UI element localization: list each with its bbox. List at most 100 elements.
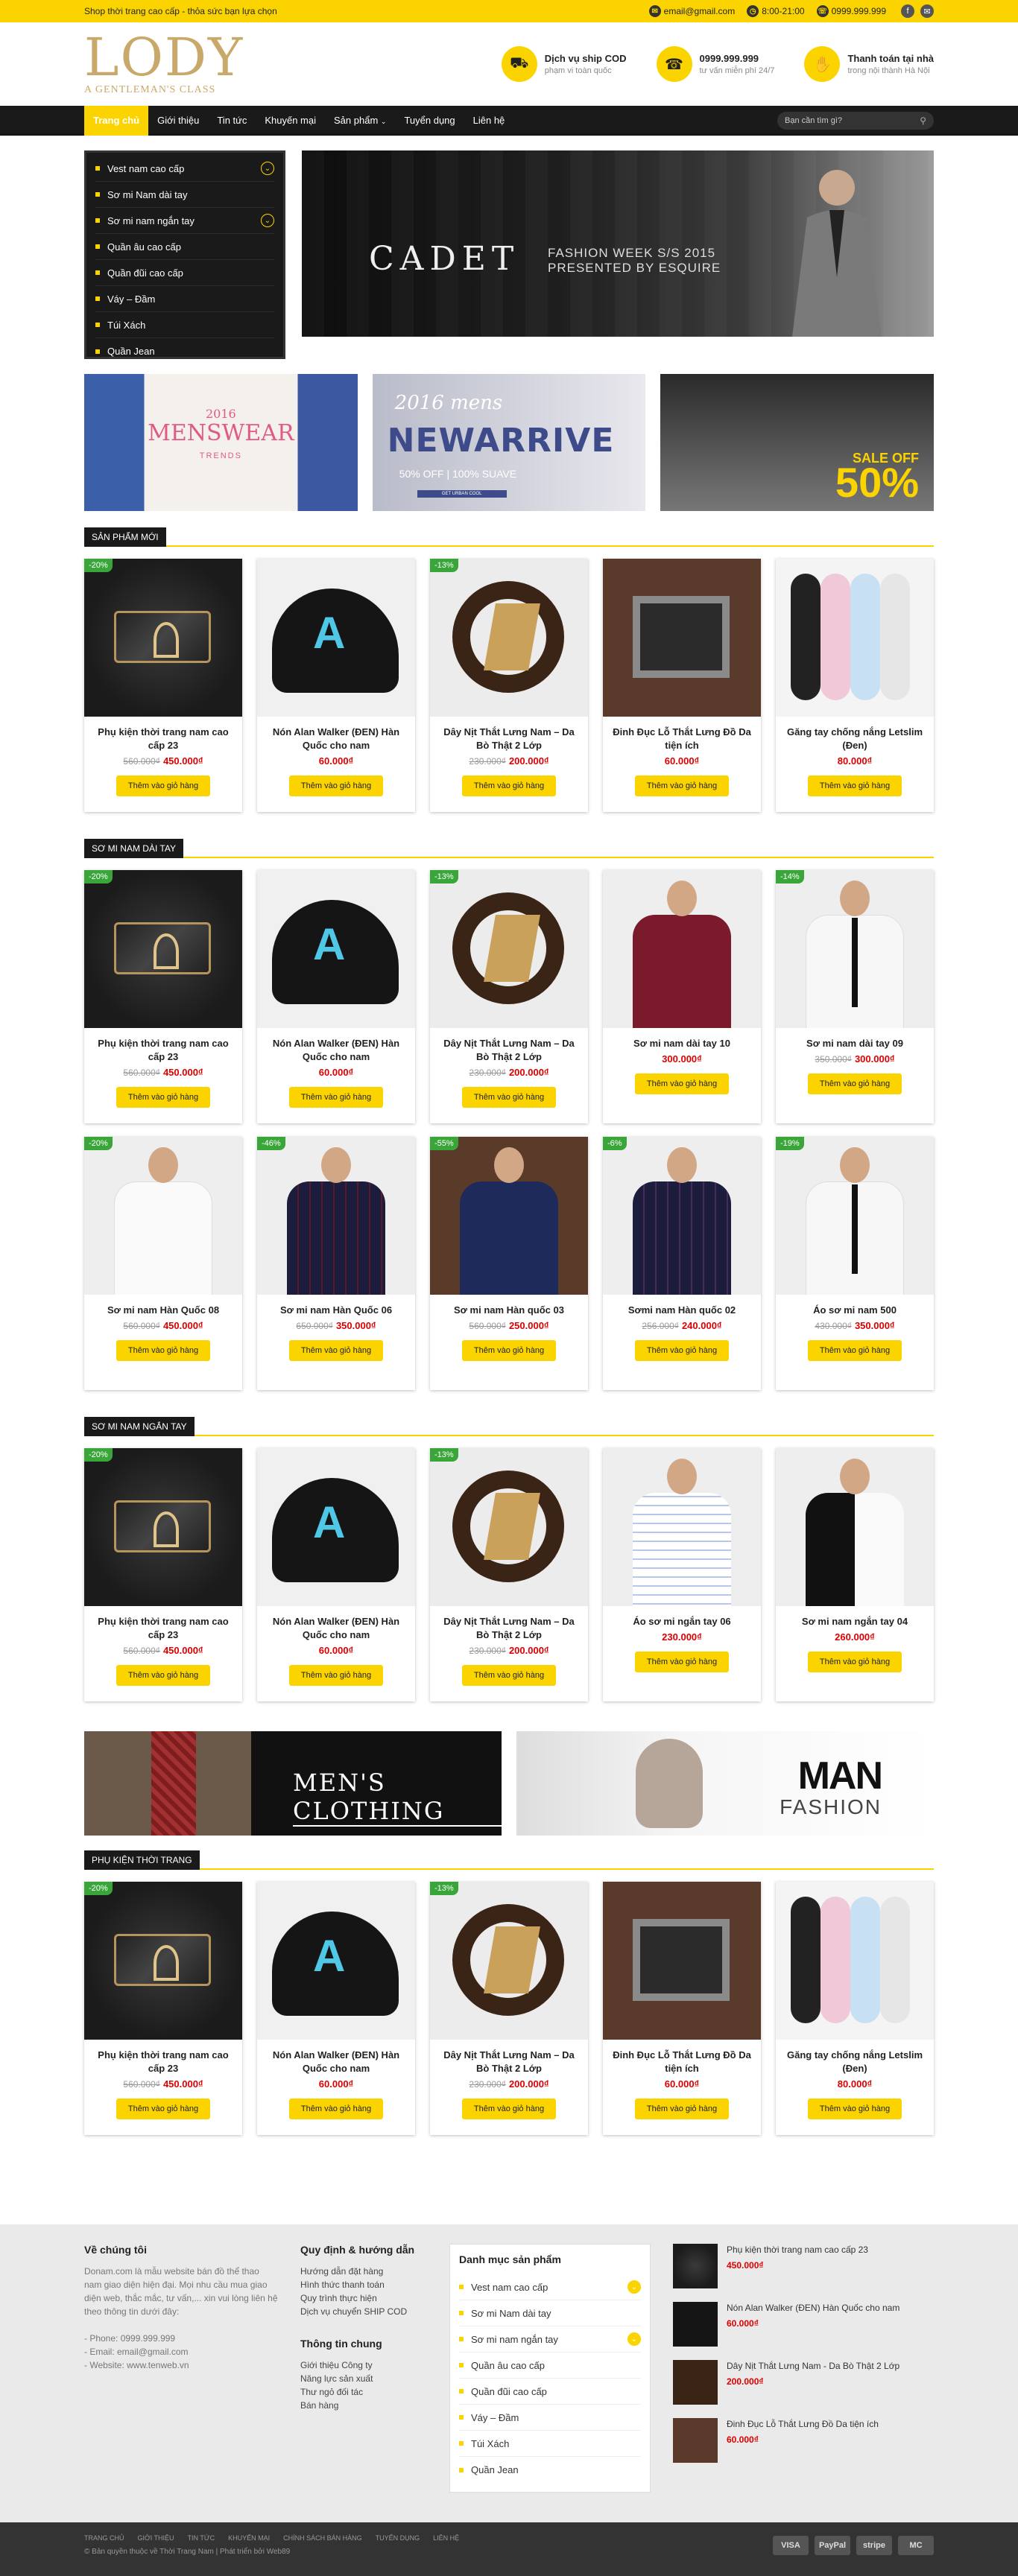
product-image[interactable]: -20% <box>84 1448 242 1606</box>
product-card[interactable]: -55% Sơ mi nam Hàn quốc 03 560.000₫ 250.000… <box>430 1137 588 1390</box>
add-to-cart-button[interactable]: Thêm vào giỏ hàng <box>634 1340 730 1361</box>
product-card[interactable]: -6% Sơmi nam Hàn quốc 02 256.000₫ 240.000₫ T… <box>603 1137 761 1390</box>
product-card[interactable]: -13% Dây Nịt Thắt Lưng Nam – Da Bò Thật 2… <box>430 870 588 1123</box>
product-card[interactable]: Sơ mi nam dài tay 10 300.000₫ Thêm vào giỏ… <box>603 870 761 1123</box>
category-item[interactable]: Quần Jean <box>95 338 274 364</box>
category-item[interactable]: Quần âu cao cấp <box>459 2353 641 2379</box>
product-image[interactable]: -55% <box>430 1137 588 1295</box>
product-image[interactable]: -13% <box>430 870 588 1028</box>
product-image[interactable] <box>257 559 415 717</box>
product-image[interactable]: -20% <box>84 1882 242 2040</box>
bottom-link[interactable]: Liên hệ <box>433 2534 459 2542</box>
banner-sale-off[interactable]: SALE OFF 50% <box>660 374 935 511</box>
product-thumb[interactable] <box>673 2418 718 2463</box>
mail-social-icon[interactable]: ✉ <box>920 4 934 18</box>
product-card[interactable]: -13% Dây Nịt Thắt Lưng Nam – Da Bò Thật 2… <box>430 559 588 812</box>
hero-slider[interactable]: CADET FASHION WEEK S/S 2015 PRESENTED BY … <box>302 150 934 337</box>
product-thumb[interactable] <box>673 2302 718 2347</box>
category-item[interactable]: Quần Jean <box>459 2457 641 2483</box>
category-item[interactable]: Sơ mi nam ngắn tay ⌄ <box>459 2326 641 2353</box>
add-to-cart-button[interactable]: Thêm vào giỏ hàng <box>288 1665 384 1686</box>
product-card[interactable]: -46% Sơ mi nam Hàn Quốc 06 650.000₫ 350.000… <box>257 1137 415 1390</box>
product-card[interactable]: Đinh Đục Lỗ Thắt Lưng Đồ Da tiện ích 60.0… <box>603 559 761 812</box>
banner-mens-clothing[interactable]: MEN'S CLOTHING <box>84 1731 502 1836</box>
product-image[interactable] <box>257 1448 415 1606</box>
email-link[interactable]: ✉ email@gmail.com <box>648 5 735 17</box>
add-to-cart-button[interactable]: Thêm vào giỏ hàng <box>116 1665 211 1686</box>
product-card[interactable]: -20% Phụ kiện thời trang nam cao cấp 23 56… <box>84 870 242 1123</box>
product-image[interactable]: -14% <box>776 870 934 1028</box>
product-card[interactable]: Nón Alan Walker (ĐEN) Hàn Quốc cho nam60… <box>257 1448 415 1701</box>
footer-link[interactable]: Năng lực sản xuất <box>300 2372 427 2385</box>
footer-product[interactable]: Nón Alan Walker (ĐEN) Hàn Quốc cho nam 60… <box>673 2302 911 2347</box>
expand-icon[interactable]: ⌄ <box>261 214 274 227</box>
add-to-cart-button[interactable]: Thêm vào giỏ hàng <box>288 775 384 796</box>
product-image[interactable] <box>776 559 934 717</box>
product-image[interactable] <box>603 1448 761 1606</box>
add-to-cart-button[interactable]: Thêm vào giỏ hàng <box>461 1087 557 1108</box>
add-to-cart-button[interactable]: Thêm vào giỏ hàng <box>807 1652 902 1672</box>
product-name[interactable]: Dây Nịt Thắt Lưng Nam – Da Bò Thật 2 Lớp <box>437 1037 581 1064</box>
expand-icon[interactable]: ⌄ <box>261 162 274 175</box>
category-item[interactable]: Sơ mi nam ngắn tay ⌄ <box>95 208 274 234</box>
product-name[interactable]: Đinh Đục Lỗ Thắt Lưng Đồ Da tiện ích <box>610 2049 753 2075</box>
add-to-cart-button[interactable]: Thêm vào giỏ hàng <box>461 1665 557 1686</box>
product-name[interactable]: Găng tay chống nắng Letslim (Đen) <box>783 2049 926 2075</box>
bottom-link[interactable]: Chính sách bán hàng <box>283 2534 362 2542</box>
banner-menswear[interactable]: 2016 MENSWEAR TRENDS <box>84 374 358 511</box>
product-image[interactable]: -20% <box>84 559 242 717</box>
product-thumb[interactable] <box>673 2244 718 2288</box>
footer-product[interactable]: Phụ kiện thời trang nam cao cấp 23 450.00… <box>673 2244 911 2288</box>
add-to-cart-button[interactable]: Thêm vào giỏ hàng <box>807 1073 902 1094</box>
product-card[interactable]: -13% Dây Nịt Thắt Lưng Nam – Da Bò Thật 2… <box>430 1448 588 1701</box>
product-card[interactable]: -20% Phụ kiện thời trang nam cao cấp 23 56… <box>84 1448 242 1701</box>
product-image[interactable] <box>603 870 761 1028</box>
add-to-cart-button[interactable]: Thêm vào giỏ hàng <box>116 1340 211 1361</box>
bottom-link[interactable]: Giới thiệu <box>138 2534 174 2542</box>
product-card[interactable]: -14% Sơ mi nam dài tay 09 350.000₫ 300.000₫… <box>776 870 934 1123</box>
bottom-link[interactable]: Tuyển dụng <box>376 2534 420 2542</box>
product-name[interactable]: Phụ kiện thời trang nam cao cấp 23 <box>92 726 235 752</box>
category-item[interactable]: Túi Xách <box>459 2431 641 2457</box>
product-name[interactable]: Sơ mi nam Hàn Quốc 08 <box>92 1304 235 1317</box>
category-item[interactable]: Váy – Đầm <box>459 2405 641 2431</box>
add-to-cart-button[interactable]: Thêm vào giỏ hàng <box>634 1073 730 1094</box>
product-name[interactable]: Dây Nịt Thắt Lưng Nam – Da Bò Thật 2 Lớp <box>437 1615 581 1642</box>
product-card[interactable]: Găng tay chống nắng Letslim (Đen) 80.000₫… <box>776 1882 934 2135</box>
nav-promotions[interactable]: Khuyến mại <box>256 106 325 136</box>
add-to-cart-button[interactable]: Thêm vào giỏ hàng <box>288 1340 384 1361</box>
logo[interactable]: LODY A GENTLEMAN'S CLASS <box>84 31 242 98</box>
category-item[interactable]: Vest nam cao cấp ⌄ <box>95 156 274 182</box>
product-image[interactable] <box>257 870 415 1028</box>
bottom-link[interactable]: Tin tức <box>188 2534 215 2542</box>
product-name[interactable]: Nón Alan Walker (ĐEN) Hàn Quốc cho nam <box>265 1037 408 1064</box>
category-item[interactable]: Vest nam cao cấp ⌄ <box>459 2274 641 2300</box>
product-card[interactable]: -20% Phụ kiện thời trang nam cao cấp 23 56… <box>84 1882 242 2135</box>
product-image[interactable] <box>603 1882 761 2040</box>
footer-link[interactable]: Hướng dẫn đặt hàng <box>300 2265 427 2278</box>
add-to-cart-button[interactable]: Thêm vào giỏ hàng <box>116 1087 211 1108</box>
add-to-cart-button[interactable]: Thêm vào giỏ hàng <box>807 775 902 796</box>
category-item[interactable]: Sơ mi Nam dài tay <box>95 182 274 208</box>
expand-icon[interactable]: ⌄ <box>627 2280 641 2294</box>
expand-icon[interactable]: ⌄ <box>627 2332 641 2346</box>
category-item[interactable]: Túi Xách <box>95 312 274 338</box>
facebook-icon[interactable]: f <box>901 4 914 18</box>
product-name[interactable]: Nón Alan Walker (ĐEN) Hàn Quốc cho nam <box>265 1615 408 1642</box>
product-card[interactable]: Nón Alan Walker (ĐEN) Hàn Quốc cho nam60… <box>257 870 415 1123</box>
product-image[interactable]: -46% <box>257 1137 415 1295</box>
category-item[interactable]: Sơ mi Nam dài tay <box>459 2300 641 2326</box>
add-to-cart-button[interactable]: Thêm vào giỏ hàng <box>807 2098 902 2119</box>
product-card[interactable]: Áo sơ mi ngắn tay 06 230.000₫ Thêm vào giỏ… <box>603 1448 761 1701</box>
category-item[interactable]: Quần âu cao cấp <box>95 234 274 260</box>
category-item[interactable]: Quần đũi cao cấp <box>459 2379 641 2405</box>
nav-contact[interactable]: Liên hệ <box>464 106 514 136</box>
footer-link[interactable]: Hình thức thanh toán <box>300 2278 427 2291</box>
add-to-cart-button[interactable]: Thêm vào giỏ hàng <box>116 2098 211 2119</box>
nav-products[interactable]: Sản phẩm ⌄ <box>325 106 395 136</box>
banner-new-arrive[interactable]: 2016 mens NEWARRIVE 50% OFF | 100% SUAVE… <box>372 374 646 511</box>
product-name[interactable]: Áo sơ mi ngắn tay 06 <box>610 1615 753 1628</box>
product-name[interactable]: Phụ kiện thời trang nam cao cấp 23 <box>92 2049 235 2075</box>
product-card[interactable]: -19% Áo sơ mi nam 500 430.000₫ 350.000₫ Thêm… <box>776 1137 934 1390</box>
product-image[interactable] <box>603 559 761 717</box>
